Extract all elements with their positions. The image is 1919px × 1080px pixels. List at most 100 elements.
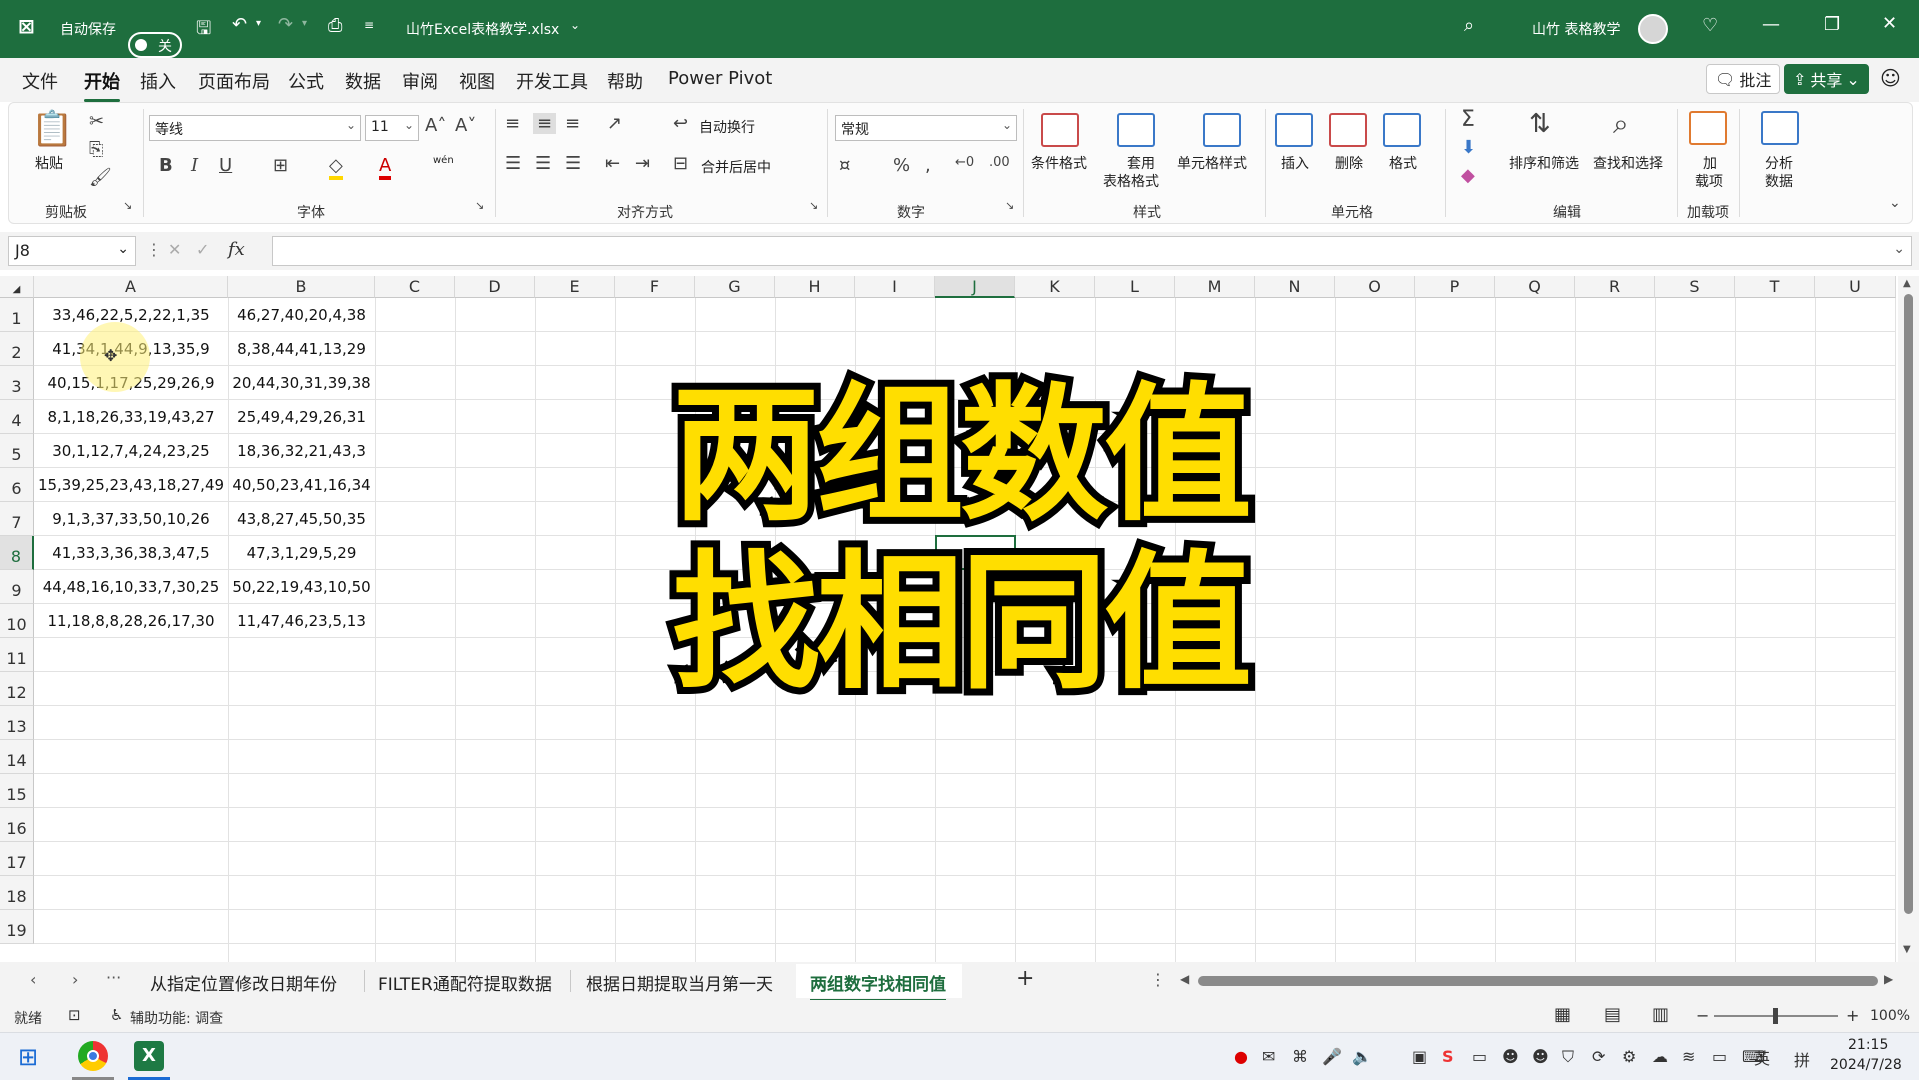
prev-sheet-icon[interactable]: ‹ — [30, 970, 36, 989]
macro-record-icon[interactable]: ⊡ — [68, 1006, 81, 1024]
cloud-icon[interactable]: ☁ — [1652, 1047, 1668, 1066]
cell-b7[interactable]: 43,8,27,45,50,35 — [228, 510, 375, 528]
cell-styles-button[interactable]: 单元格样式 — [1177, 153, 1247, 173]
row-header-12[interactable]: 12 — [0, 672, 34, 706]
underline-icon[interactable]: U — [219, 155, 232, 176]
cell-a9[interactable]: 44,48,16,10,33,7,30,25 — [34, 578, 228, 596]
zoom-in-icon[interactable]: + — [1846, 1006, 1859, 1025]
row-header-10[interactable]: 10 — [0, 604, 34, 638]
tray-app-icon[interactable]: ✉ — [1262, 1047, 1275, 1066]
sheet-tab-3[interactable]: 根据日期提取当月第一天 — [586, 970, 773, 995]
row-header-3[interactable]: 3 — [0, 366, 34, 400]
tab-page-layout[interactable]: 页面布局 — [198, 68, 270, 94]
cell-a8[interactable]: 41,33,3,36,38,3,47,5 — [34, 544, 228, 562]
sort-filter-button[interactable]: 排序和筛选 — [1509, 153, 1579, 173]
format-cells-button[interactable]: 格式 — [1389, 153, 1417, 173]
accessibility-icon[interactable]: ♿ — [110, 1006, 123, 1024]
insert-cells-button[interactable]: 插入 — [1281, 153, 1309, 173]
row-header-17[interactable]: 17 — [0, 842, 34, 876]
volume-icon[interactable]: 🔈 — [1352, 1047, 1372, 1066]
tab-insert[interactable]: 插入 — [140, 68, 176, 94]
row-header-2[interactable]: 2 — [0, 332, 34, 366]
copy-icon[interactable]: ⎘ — [89, 139, 103, 160]
row-header-5[interactable]: 5 — [0, 434, 34, 468]
clock-date[interactable]: 2024/7/28 — [1830, 1057, 1902, 1073]
tab-power-pivot[interactable]: Power Pivot — [668, 68, 772, 89]
addins-label-2[interactable]: 载项 — [1695, 171, 1723, 191]
paste-icon[interactable]: 📋 — [31, 109, 73, 149]
tab-home[interactable]: 开始 — [84, 68, 120, 102]
align-bottom-icon[interactable]: ≡ — [565, 113, 580, 134]
tray-app-icon[interactable]: ▣ — [1412, 1047, 1427, 1066]
font-launcher-icon[interactable]: ↘ — [475, 199, 484, 212]
conditional-format-icon[interactable] — [1041, 113, 1079, 147]
column-header-g[interactable]: G — [695, 276, 775, 298]
cell-styles-icon[interactable] — [1203, 113, 1241, 147]
decrease-decimal-icon[interactable]: .00 — [989, 155, 1010, 170]
insert-cells-icon[interactable] — [1275, 113, 1313, 147]
align-middle-icon[interactable]: ≡ — [533, 113, 557, 134]
more-options-icon[interactable]: ⋮ — [146, 240, 162, 259]
tray-app-icon[interactable]: ⟳ — [1592, 1047, 1605, 1066]
expand-formula-icon[interactable]: ⌄ — [1893, 241, 1905, 257]
zoom-out-icon[interactable]: − — [1696, 1006, 1709, 1025]
insert-function-icon[interactable]: fx — [228, 239, 245, 260]
cell-a10[interactable]: 11,18,8,8,28,26,17,30 — [34, 612, 228, 630]
number-launcher-icon[interactable]: ↘ — [1005, 199, 1014, 212]
vertical-scrollbar[interactable]: ▲ ▼ — [1898, 276, 1919, 962]
accounting-format-icon[interactable]: ¤ — [839, 155, 850, 176]
merge-center-icon[interactable]: ⊟ — [673, 153, 688, 174]
column-header-u[interactable]: U — [1815, 276, 1896, 298]
select-all-corner[interactable]: ◢ — [0, 276, 34, 298]
excel-taskbar-icon[interactable]: X — [134, 1041, 164, 1071]
increase-font-icon[interactable]: A˄ — [425, 115, 446, 136]
borders-icon[interactable]: ⊞ — [273, 155, 288, 176]
sort-filter-icon[interactable]: ⇅ — [1529, 109, 1551, 139]
number-format-select[interactable]: 常规 ⌄ — [835, 115, 1017, 141]
column-header-e[interactable]: E — [535, 276, 615, 298]
horizontal-scroll-thumb[interactable] — [1198, 976, 1878, 986]
font-color-icon[interactable]: A — [379, 155, 392, 180]
battery-icon[interactable]: ▭ — [1712, 1047, 1727, 1066]
cell-b5[interactable]: 18,36,32,21,43,3 — [228, 442, 375, 460]
column-header-l[interactable]: L — [1095, 276, 1175, 298]
paste-label[interactable]: 粘贴 — [35, 153, 63, 173]
find-select-icon[interactable]: ⌕ — [1613, 107, 1629, 141]
align-center-icon[interactable]: ☰ — [535, 153, 551, 174]
cell-b10[interactable]: 11,47,46,23,5,13 — [228, 612, 375, 630]
tray-app-icon[interactable]: S — [1442, 1047, 1454, 1066]
scroll-up-icon[interactable]: ▲ — [1903, 278, 1911, 289]
font-family-select[interactable]: 等线 ⌄ — [149, 115, 361, 141]
clipboard-launcher-icon[interactable]: ↘ — [123, 199, 132, 212]
print-preview-icon[interactable]: ⎙ — [328, 15, 342, 36]
column-header-c[interactable]: C — [375, 276, 455, 298]
save-icon[interactable]: 🖫 — [196, 16, 211, 46]
ime-mode-icon[interactable]: 拼 — [1794, 1047, 1810, 1071]
format-as-table-label-1[interactable]: 套用 — [1127, 153, 1155, 173]
row-header-19[interactable]: 19 — [0, 910, 34, 944]
microphone-icon[interactable]: 🎤 — [1322, 1047, 1342, 1066]
format-as-table-icon[interactable] — [1117, 113, 1155, 147]
restore-icon[interactable]: ❐ — [1824, 14, 1840, 35]
tab-file[interactable]: 文件 — [22, 68, 58, 94]
scroll-down-icon[interactable]: ▼ — [1903, 944, 1911, 955]
undo-icon[interactable]: ↶ — [232, 14, 247, 35]
record-icon[interactable]: ● — [1234, 1047, 1248, 1066]
more-options-icon[interactable]: ⋮ — [1150, 970, 1166, 989]
undo-dropdown-icon[interactable]: ▾ — [256, 18, 261, 29]
cell-b4[interactable]: 25,49,4,29,26,31 — [228, 408, 375, 426]
close-icon[interactable]: ✕ — [1882, 13, 1897, 34]
fill-color-icon[interactable]: ◇ — [329, 155, 343, 180]
font-size-select[interactable]: 11 ⌄ — [365, 115, 419, 141]
share-button[interactable]: ⇪ 共享 ⌄ — [1784, 64, 1869, 94]
orientation-icon[interactable]: ↗ — [607, 113, 622, 134]
clock-time[interactable]: 21:15 — [1848, 1037, 1888, 1053]
cell-b3[interactable]: 20,44,30,31,39,38 — [228, 374, 375, 392]
name-box[interactable]: J8 ⌄ — [8, 236, 136, 266]
addins-icon[interactable] — [1689, 111, 1727, 145]
column-header-t[interactable]: T — [1735, 276, 1815, 298]
page-layout-icon[interactable]: ▤ — [1604, 1004, 1621, 1025]
zoom-level[interactable]: 100% — [1870, 1008, 1910, 1024]
shield-icon[interactable]: ⛉ — [1562, 1047, 1574, 1067]
cell-a4[interactable]: 8,1,18,26,33,19,43,27 — [34, 408, 228, 426]
